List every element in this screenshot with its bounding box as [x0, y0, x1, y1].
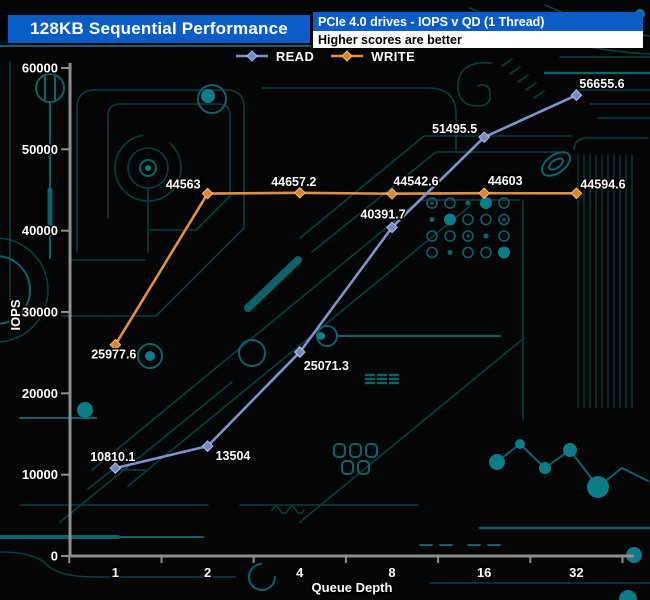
y-tick-label: 30000 — [22, 305, 58, 320]
x-tick-label: 16 — [477, 565, 491, 580]
y-tick-label: 50000 — [22, 142, 58, 157]
write-marker — [478, 187, 491, 200]
benchmark-chart-screenshot: 128KB Sequential Performance PCIe 4.0 dr… — [0, 0, 650, 600]
x-tick-label: 32 — [569, 565, 583, 580]
y-tick-label: 0 — [51, 549, 58, 564]
line-chart-plot: 0 10000 20000 30000 40000 50000 60000 1 2 4 8 16 32 Q… — [7, 59, 634, 597]
x-tick-label: 1 — [112, 565, 119, 580]
y-axis-title: IOPS — [8, 299, 23, 330]
write-series-line — [114, 191, 578, 347]
x-tick-label: 4 — [296, 565, 304, 580]
read-data-label: 13504 — [216, 449, 251, 463]
x-tick-label: 8 — [388, 565, 395, 580]
y-tick-label: 60000 — [22, 61, 58, 76]
read-data-label: 40391.7 — [360, 207, 405, 221]
x-tick-label: 2 — [204, 565, 211, 580]
write-marker — [386, 187, 398, 200]
read-data-label: 10810.1 — [90, 450, 135, 464]
read-marker — [109, 462, 122, 474]
read-data-label: 25071.3 — [304, 359, 349, 373]
write-data-label: 44563 — [166, 178, 201, 192]
write-data-label: 44594.6 — [580, 177, 625, 191]
write-data-label: 44603 — [488, 174, 523, 188]
write-data-label: 25977.6 — [91, 348, 136, 362]
write-marker — [293, 186, 306, 199]
write-data-label: 44542.6 — [393, 175, 438, 189]
y-tick-label: 10000 — [22, 467, 58, 482]
read-marker — [570, 89, 583, 102]
x-axis-title: Queue Depth — [312, 580, 393, 595]
read-series-line — [114, 93, 578, 470]
y-tick-label: 20000 — [22, 386, 58, 401]
read-data-label: 56655.6 — [579, 77, 624, 91]
write-data-label: 44657.2 — [271, 175, 316, 189]
y-tick-label: 40000 — [22, 223, 58, 238]
read-data-label: 51495.5 — [432, 122, 477, 136]
